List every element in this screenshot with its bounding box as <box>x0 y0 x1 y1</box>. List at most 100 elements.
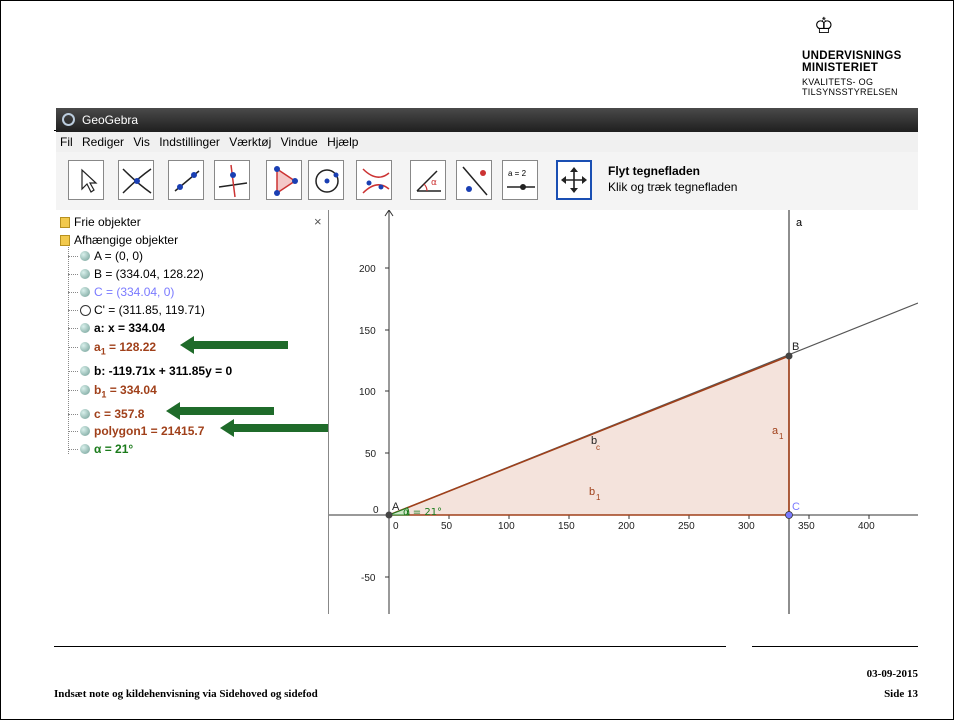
conic-icon <box>362 168 390 194</box>
visibility-toggle[interactable] <box>80 366 90 376</box>
menu-hjaelp[interactable]: Hjælp <box>327 135 358 149</box>
svg-text:α: α <box>431 178 437 188</box>
algebra-item-alpha[interactable]: α = 21° <box>94 442 133 456</box>
y-tick-label: 100 <box>359 387 376 398</box>
visibility-toggle[interactable] <box>80 342 90 352</box>
visibility-toggle[interactable] <box>80 385 90 395</box>
visibility-toggle[interactable] <box>80 287 90 297</box>
intersect-icon <box>122 168 152 194</box>
angle-icon: α <box>416 170 441 192</box>
reflect-icon <box>462 166 488 196</box>
coordinate-plot: 0 50 100 150 200 250 300 350 400 200 150… <box>329 209 918 614</box>
arrow-cursor-icon <box>81 168 98 193</box>
segment-b1-label: b <box>589 486 595 498</box>
slider-tool-button[interactable]: a = 2 <box>502 160 538 200</box>
tool-description: Klik og træk tegnefladen <box>608 180 738 194</box>
x-tick-label: 250 <box>678 521 695 532</box>
close-icon[interactable]: × <box>314 214 322 229</box>
reflect-tool-button[interactable] <box>456 160 492 200</box>
algebra-item-polygon1[interactable]: polygon1 = 21415.7 <box>94 424 204 438</box>
algebra-item-line-a[interactable]: a: x = 334.04 <box>94 321 165 335</box>
tool-title: Flyt tegnefladen <box>608 164 701 178</box>
segment-icon <box>174 170 200 192</box>
y-tick-label: 0 <box>373 505 379 516</box>
conic-tool-button[interactable] <box>356 160 392 200</box>
circle-tool-button[interactable] <box>308 160 344 200</box>
geogebra-window: GeoGebra Fil Rediger Vis Indstillinger V… <box>56 108 918 614</box>
algebra-item-c[interactable]: c = 357.8 <box>94 407 144 421</box>
point-A-label: A <box>392 501 400 513</box>
visibility-toggle[interactable] <box>80 305 91 316</box>
menu-rediger[interactable]: Rediger <box>82 135 124 149</box>
x-tick-label: 0 <box>393 521 399 532</box>
algebra-item-line-b[interactable]: b: -119.71x + 311.85y = 0 <box>94 364 232 378</box>
y-tick-label: -50 <box>361 573 376 584</box>
algebra-item-B[interactable]: B = (334.04, 128.22) <box>94 267 204 281</box>
move-view-icon <box>561 167 587 193</box>
y-tick-label: 200 <box>359 264 376 275</box>
x-tick-label: 300 <box>738 521 755 532</box>
folder-icon <box>60 235 70 246</box>
menu-vaerktoej[interactable]: Værktøj <box>229 135 271 149</box>
line-tool-button[interactable] <box>168 160 204 200</box>
visibility-toggle[interactable] <box>80 269 90 279</box>
footer-page-number: Side 13 <box>884 688 918 700</box>
move-graphics-view-tool-button[interactable] <box>556 160 592 200</box>
menu-fil[interactable]: Fil <box>60 135 73 149</box>
tree-connector <box>68 244 69 454</box>
perpendicular-icon <box>218 164 248 198</box>
y-tick-label: 50 <box>365 449 377 460</box>
crown-icon: ♔ <box>814 14 834 39</box>
algebra-item-C[interactable]: C = (334.04, 0) <box>94 285 174 299</box>
algebra-item-b1[interactable]: b1 = 334.04 <box>94 383 157 399</box>
slider-icon <box>507 184 535 190</box>
visibility-toggle[interactable] <box>80 426 90 436</box>
footer-date: 03-09-2015 <box>866 668 918 680</box>
segment-b1-subscript: 1 <box>596 493 601 502</box>
title-bar: GeoGebra <box>56 108 918 132</box>
logo-line-2: MINISTERIET <box>802 62 879 74</box>
line-a-label: a <box>796 217 803 229</box>
geogebra-app-icon <box>62 113 75 126</box>
point-tool-button[interactable] <box>118 160 154 200</box>
x-tick-label: 150 <box>558 521 575 532</box>
algebra-item-A[interactable]: A = (0, 0) <box>94 249 143 263</box>
green-arrow-icon <box>180 336 288 354</box>
x-tick-label: 50 <box>441 521 453 532</box>
footer-rule-right <box>752 646 918 647</box>
visibility-toggle[interactable] <box>80 323 90 333</box>
free-objects-folder[interactable]: Frie objekter <box>74 215 141 229</box>
segment-a1-label: a <box>772 425 779 437</box>
segment-c-subscript: c <box>596 443 600 452</box>
angle-tool-button[interactable]: α <box>410 160 446 200</box>
green-arrow-icon <box>220 419 328 437</box>
menu-indstillinger[interactable]: Indstillinger <box>159 135 220 149</box>
point-B[interactable] <box>785 352 793 360</box>
algebra-item-C-prime[interactable]: C' = (311.85, 119.71) <box>94 303 205 317</box>
logo-line-1: UNDERVISNINGS <box>802 50 902 62</box>
y-axis-ticks <box>385 267 389 578</box>
window-title: GeoGebra <box>82 113 139 127</box>
angle-alpha-label: α = 21° <box>403 507 442 518</box>
polygon-tool-button[interactable] <box>266 160 302 200</box>
footer-rule-left <box>54 646 726 647</box>
menu-vindue[interactable]: Vindue <box>281 135 318 149</box>
menu-vis[interactable]: Vis <box>133 135 149 149</box>
visibility-toggle[interactable] <box>80 409 90 419</box>
y-tick-label: 150 <box>359 326 376 337</box>
logo-line-4: TILSYNSSTYRELSEN <box>802 87 898 97</box>
visibility-toggle[interactable] <box>80 251 90 261</box>
x-tick-label: 200 <box>618 521 635 532</box>
slider-tool-label: a = 2 <box>508 169 527 178</box>
x-tick-label: 350 <box>798 521 815 532</box>
graphics-view[interactable]: 0 50 100 150 200 250 300 350 400 200 150… <box>329 209 918 614</box>
move-tool-button[interactable] <box>68 160 104 200</box>
dependent-objects-folder[interactable]: Afhængige objekter <box>74 233 178 247</box>
algebra-item-a1[interactable]: a1 = 128.22 <box>94 340 156 356</box>
menu-bar: Fil Rediger Vis Indstillinger Værktøj Vi… <box>56 132 918 152</box>
polygon-icon <box>274 166 298 196</box>
visibility-toggle[interactable] <box>80 444 90 454</box>
green-arrow-icon <box>166 402 274 420</box>
circle-icon <box>315 169 339 193</box>
perpendicular-tool-button[interactable] <box>214 160 250 200</box>
